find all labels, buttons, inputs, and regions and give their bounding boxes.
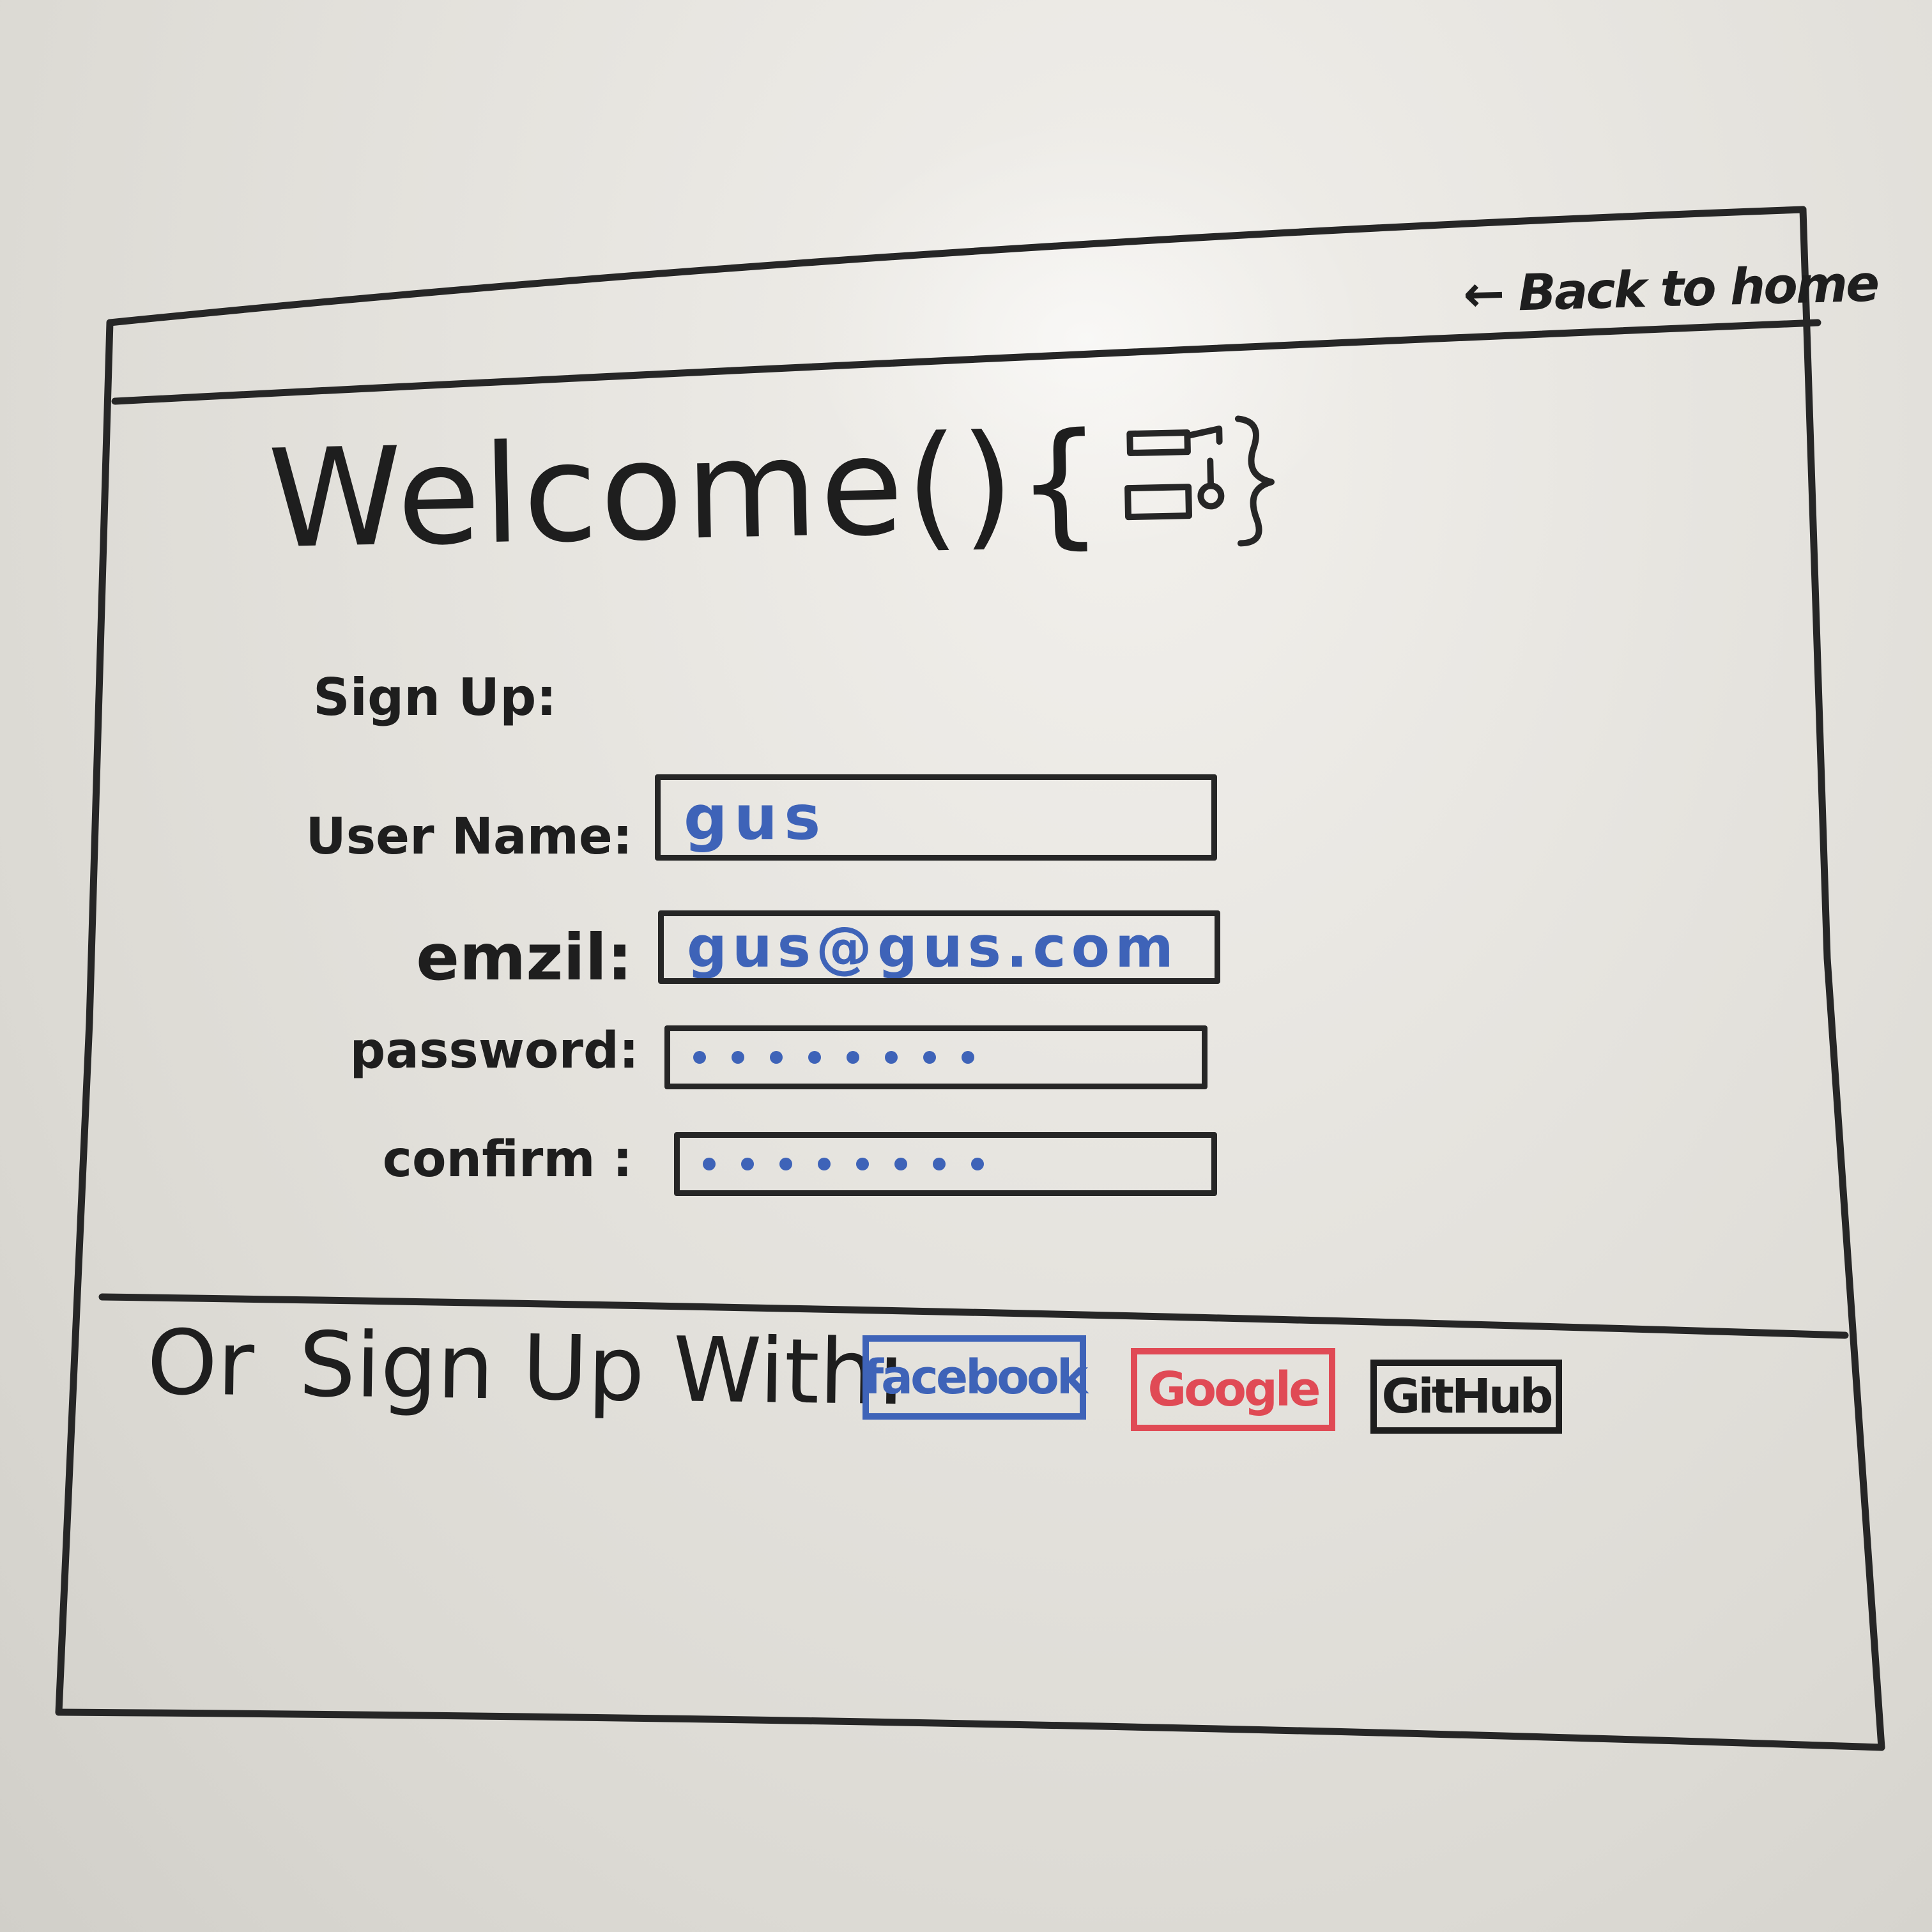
page-header: Welcome(){ bbox=[266, 402, 1324, 579]
password-field[interactable] bbox=[664, 1025, 1208, 1089]
username-value: gus bbox=[684, 781, 827, 854]
mask-dot bbox=[741, 1158, 754, 1170]
facebook-signup-button[interactable]: facebook bbox=[862, 1335, 1088, 1420]
code-brace-gadget-icon bbox=[1124, 415, 1275, 547]
mask-dot bbox=[808, 1051, 821, 1064]
email-label: emzil: bbox=[416, 920, 632, 995]
mask-dot bbox=[856, 1158, 869, 1170]
page-title: Welcome(){ bbox=[266, 402, 1107, 579]
mask-dot bbox=[770, 1051, 783, 1064]
password-label: password: bbox=[349, 1022, 639, 1080]
mask-dot bbox=[894, 1158, 907, 1170]
back-to-home-link[interactable]: ← Back to home bbox=[1462, 256, 1878, 324]
confirm-mask bbox=[703, 1158, 984, 1170]
github-signup-button[interactable]: GitHub bbox=[1370, 1360, 1562, 1434]
username-field[interactable]: gus bbox=[655, 774, 1217, 861]
confirm-label: confirm : bbox=[382, 1131, 632, 1188]
social-signup-prompt: Or Sign Up With: bbox=[146, 1311, 907, 1426]
password-mask bbox=[693, 1051, 974, 1064]
back-arrow-icon: ← bbox=[1462, 264, 1504, 324]
header-divider bbox=[111, 319, 1821, 405]
mask-dot bbox=[703, 1158, 716, 1170]
confirm-password-field[interactable] bbox=[674, 1132, 1217, 1196]
mask-dot bbox=[818, 1158, 831, 1170]
mask-dot bbox=[971, 1158, 984, 1170]
email-field[interactable]: gus@gus.com bbox=[658, 910, 1220, 984]
mask-dot bbox=[933, 1158, 946, 1170]
or-text: Or bbox=[146, 1310, 255, 1417]
google-signup-button[interactable]: Google bbox=[1131, 1348, 1335, 1431]
signup-heading: Sign Up: bbox=[313, 668, 557, 727]
mask-dot bbox=[962, 1051, 974, 1064]
mask-dot bbox=[779, 1158, 792, 1170]
sign-up-with-text: Sign Up With: bbox=[298, 1313, 907, 1426]
mask-dot bbox=[693, 1051, 706, 1064]
mask-dot bbox=[885, 1051, 898, 1064]
username-label: User Name: bbox=[305, 808, 632, 866]
mask-dot bbox=[732, 1051, 744, 1064]
mask-dot bbox=[847, 1051, 859, 1064]
email-value: gus@gus.com bbox=[687, 914, 1179, 980]
back-link-label: Back to home bbox=[1517, 255, 1879, 323]
mask-dot bbox=[923, 1051, 936, 1064]
